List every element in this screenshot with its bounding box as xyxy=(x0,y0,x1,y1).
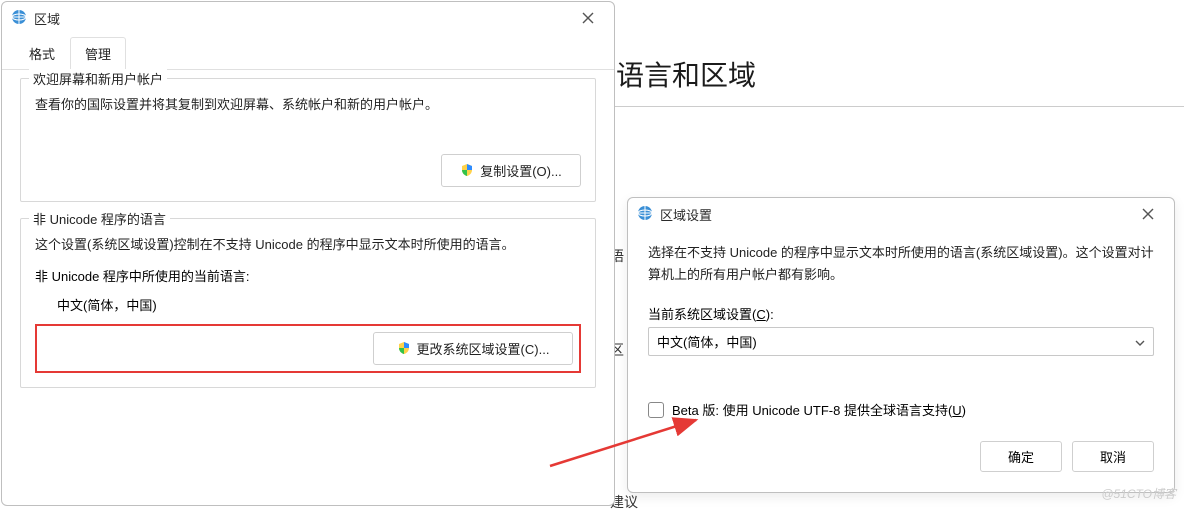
group-welcome-text: 查看你的国际设置并将其复制到欢迎屏幕、系统帐户和新的用户帐户。 xyxy=(35,95,581,116)
region-titlebar: 区域 xyxy=(2,2,614,34)
change-locale-button[interactable]: 更改系统区域设置(C)... xyxy=(373,332,573,365)
watermark: @51CTO博客 xyxy=(1101,485,1176,502)
current-language-value: 中文(简体，中国) xyxy=(35,295,581,314)
change-locale-label: 更改系统区域设置(C)... xyxy=(417,339,550,358)
utf8-checkbox-label: Beta 版: 使用 Unicode UTF-8 提供全球语言支持(U) xyxy=(672,400,966,419)
locale-select-value: 中文(简体，中国) xyxy=(657,332,757,351)
close-icon xyxy=(582,12,594,24)
group-welcome-title: 欢迎屏幕和新用户帐户 xyxy=(29,69,167,88)
group-welcome: 欢迎屏幕和新用户帐户 查看你的国际设置并将其复制到欢迎屏幕、系统帐户和新的用户帐… xyxy=(20,78,596,202)
close-button[interactable] xyxy=(1128,202,1168,226)
locale-description: 选择在不支持 Unicode 的程序中显示文本时所使用的语言(系统区域设置)。这… xyxy=(648,242,1154,286)
copy-settings-button[interactable]: 复制设置(O)... xyxy=(441,154,581,187)
locale-select-label: 当前系统区域设置(C): xyxy=(648,304,1154,323)
annotation-highlight: 更改系统区域设置(C)... xyxy=(35,324,581,373)
copy-settings-label: 复制设置(O)... xyxy=(480,161,562,180)
shield-icon xyxy=(397,341,411,355)
region-dialog: 区域 格式 管理 欢迎屏幕和新用户帐户 查看你的国际设置并将其复制到欢迎屏幕、系… xyxy=(1,1,615,506)
settings-page-title: 语言和区域 xyxy=(616,54,756,94)
utf8-checkbox-row[interactable]: Beta 版: 使用 Unicode UTF-8 提供全球语言支持(U) xyxy=(648,400,1154,419)
utf8-checkbox[interactable] xyxy=(648,402,664,418)
group-nonunicode-title: 非 Unicode 程序的语言 xyxy=(29,209,170,228)
ok-button[interactable]: 确定 xyxy=(980,441,1062,472)
locale-select[interactable]: 中文(简体，中国) xyxy=(648,327,1154,356)
globe-icon xyxy=(10,8,28,29)
locale-dialog: 区域设置 选择在不支持 Unicode 的程序中显示文本时所使用的语言(系统区域… xyxy=(627,197,1175,493)
settings-divider xyxy=(608,106,1184,107)
close-icon xyxy=(1142,208,1154,220)
locale-titlebar: 区域设置 xyxy=(628,198,1174,230)
current-language-label: 非 Unicode 程序中所使用的当前语言: xyxy=(35,266,581,285)
region-dialog-title: 区域 xyxy=(34,9,568,28)
group-nonunicode: 非 Unicode 程序的语言 这个设置(系统区域设置)控制在不支持 Unico… xyxy=(20,218,596,388)
tab-format[interactable]: 格式 xyxy=(14,37,70,70)
locale-dialog-title: 区域设置 xyxy=(660,205,1128,224)
group-nonunicode-text: 这个设置(系统区域设置)控制在不支持 Unicode 的程序中显示文本时所使用的… xyxy=(35,235,581,256)
tab-admin[interactable]: 管理 xyxy=(70,37,126,70)
shield-icon xyxy=(460,163,474,177)
cancel-button[interactable]: 取消 xyxy=(1072,441,1154,472)
chevron-down-icon xyxy=(1135,334,1145,349)
globe-icon xyxy=(636,204,654,225)
close-button[interactable] xyxy=(568,6,608,30)
tab-strip: 格式 管理 xyxy=(2,36,614,70)
